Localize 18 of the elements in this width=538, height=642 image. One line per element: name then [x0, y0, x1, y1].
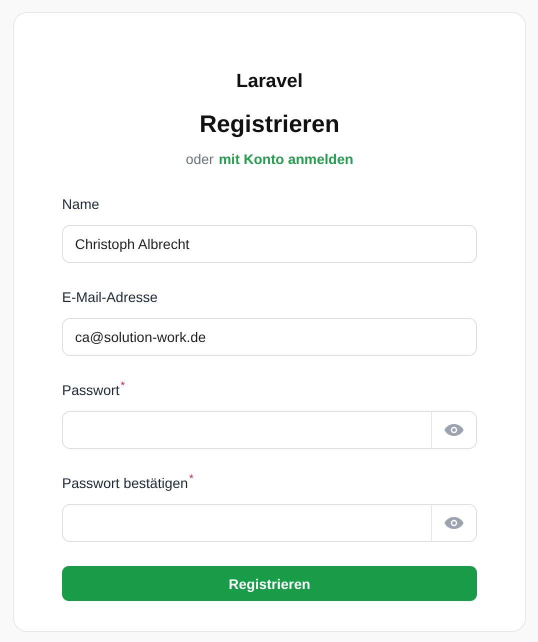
required-mark: * [120, 380, 125, 392]
subtitle-text: oder [186, 150, 214, 168]
brand-name: Laravel [235, 70, 304, 94]
field-label: Passwort [62, 381, 120, 400]
show-password-button[interactable] [431, 504, 477, 542]
page-heading: Registrieren [198, 110, 341, 140]
field-label: Name [62, 195, 100, 214]
eye-icon [444, 516, 464, 530]
password-field[interactable] [62, 504, 431, 542]
text-field[interactable]: ca@solution-work.de [62, 318, 477, 356]
text-field[interactable]: Christoph Albrecht [62, 225, 477, 263]
field-label: E-Mail-Adresse [62, 288, 158, 307]
register-button[interactable]: Registrieren [62, 566, 477, 601]
required-mark: * [189, 473, 194, 485]
field-label: Passwort bestätigen [62, 474, 188, 493]
password-field[interactable] [62, 411, 431, 449]
eye-icon [444, 423, 464, 437]
show-password-button[interactable] [431, 411, 477, 449]
